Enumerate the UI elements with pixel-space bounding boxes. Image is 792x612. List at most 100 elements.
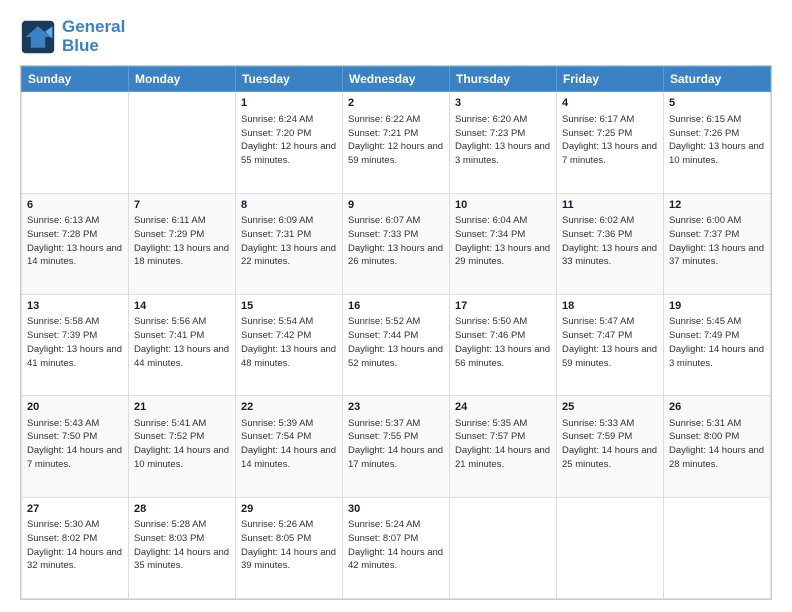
day-info: Sunrise: 6:07 AMSunset: 7:33 PMDaylight:… — [348, 214, 444, 269]
day-info: Sunrise: 6:17 AMSunset: 7:25 PMDaylight:… — [562, 113, 658, 168]
day-info: Sunrise: 6:04 AMSunset: 7:34 PMDaylight:… — [455, 214, 551, 269]
day-info: Sunrise: 6:20 AMSunset: 7:23 PMDaylight:… — [455, 113, 551, 168]
day-number: 14 — [134, 299, 230, 314]
day-cell: 24 Sunrise: 5:35 AMSunset: 7:57 PMDayligh… — [450, 396, 557, 497]
day-cell: 27Sunrise: 5:30 AMSunset: 8:02 PMDayligh… — [22, 497, 129, 598]
day-info: Sunrise: 5:45 AMSunset: 7:49 PMDaylight:… — [669, 315, 765, 370]
logo-text: General Blue — [62, 18, 125, 55]
day-info: Sunrise: 5:43 AMSunset: 7:50 PMDaylight:… — [27, 417, 123, 472]
day-number: 23 — [348, 400, 444, 415]
calendar-header: SundayMondayTuesdayWednesdayThursdayFrid… — [22, 67, 771, 92]
day-cell: 15Sunrise: 5:54 AMSunset: 7:42 PMDayligh… — [236, 295, 343, 396]
day-cell: 29Sunrise: 5:26 AMSunset: 8:05 PMDayligh… — [236, 497, 343, 598]
day-cell: 30Sunrise: 5:24 AMSunset: 8:07 PMDayligh… — [343, 497, 450, 598]
weekday-header-tuesday: Tuesday — [236, 67, 343, 92]
day-cell: 13Sunrise: 5:58 AMSunset: 7:39 PMDayligh… — [22, 295, 129, 396]
day-number: 30 — [348, 502, 444, 517]
day-info: Sunrise: 6:13 AMSunset: 7:28 PMDaylight:… — [27, 214, 123, 269]
day-number: 16 — [348, 299, 444, 314]
day-number: 1 — [241, 96, 337, 111]
day-info: Sunrise: 5:26 AMSunset: 8:05 PMDaylight:… — [241, 518, 337, 573]
day-info: Sunrise: 6:09 AMSunset: 7:31 PMDaylight:… — [241, 214, 337, 269]
weekday-row: SundayMondayTuesdayWednesdayThursdayFrid… — [22, 67, 771, 92]
day-cell: 7Sunrise: 6:11 AMSunset: 7:29 PMDaylight… — [129, 193, 236, 294]
day-cell: 2 Sunrise: 6:22 AMSunset: 7:21 PMDaylight… — [343, 92, 450, 193]
day-number: 20 — [27, 400, 123, 415]
day-info: Sunrise: 5:56 AMSunset: 7:41 PMDaylight:… — [134, 315, 230, 370]
day-number: 12 — [669, 198, 765, 213]
day-cell: 3 Sunrise: 6:20 AMSunset: 7:23 PMDaylight… — [450, 92, 557, 193]
day-cell: 10Sunrise: 6:04 AMSunset: 7:34 PMDayligh… — [450, 193, 557, 294]
weekday-header-monday: Monday — [129, 67, 236, 92]
week-row-1: 1Sunrise: 6:24 AMSunset: 7:20 PMDaylight… — [22, 92, 771, 193]
day-number: 3 — [455, 96, 551, 111]
day-number: 9 — [348, 198, 444, 213]
day-info: Sunrise: 5:47 AMSunset: 7:47 PMDaylight:… — [562, 315, 658, 370]
day-info: Sunrise: 5:33 AMSunset: 7:59 PMDaylight:… — [562, 417, 658, 472]
weekday-header-sunday: Sunday — [22, 67, 129, 92]
day-cell — [664, 497, 771, 598]
page: General Blue SundayMondayTuesdayWednesda… — [0, 0, 792, 612]
logo-icon — [20, 19, 56, 55]
day-number: 10 — [455, 198, 551, 213]
week-row-4: 20 Sunrise: 5:43 AMSunset: 7:50 PMDayligh… — [22, 396, 771, 497]
day-info: Sunrise: 6:00 AMSunset: 7:37 PMDaylight:… — [669, 214, 765, 269]
day-number: 28 — [134, 502, 230, 517]
day-cell: 18Sunrise: 5:47 AMSunset: 7:47 PMDayligh… — [557, 295, 664, 396]
day-cell: 25 Sunrise: 5:33 AMSunset: 7:59 PMDayligh… — [557, 396, 664, 497]
calendar: SundayMondayTuesdayWednesdayThursdayFrid… — [20, 65, 772, 600]
day-cell: 22 Sunrise: 5:39 AMSunset: 7:54 PMDayligh… — [236, 396, 343, 497]
day-cell: 17Sunrise: 5:50 AMSunset: 7:46 PMDayligh… — [450, 295, 557, 396]
day-number: 4 — [562, 96, 658, 111]
day-info: Sunrise: 5:58 AMSunset: 7:39 PMDaylight:… — [27, 315, 123, 370]
header: General Blue — [20, 18, 772, 55]
week-row-2: 6Sunrise: 6:13 AMSunset: 7:28 PMDaylight… — [22, 193, 771, 294]
day-number: 13 — [27, 299, 123, 314]
calendar-body: 1Sunrise: 6:24 AMSunset: 7:20 PMDaylight… — [22, 92, 771, 599]
day-cell: 8Sunrise: 6:09 AMSunset: 7:31 PMDaylight… — [236, 193, 343, 294]
day-info: Sunrise: 5:41 AMSunset: 7:52 PMDaylight:… — [134, 417, 230, 472]
day-number: 6 — [27, 198, 123, 213]
weekday-header-wednesday: Wednesday — [343, 67, 450, 92]
day-number: 26 — [669, 400, 765, 415]
day-info: Sunrise: 5:28 AMSunset: 8:03 PMDaylight:… — [134, 518, 230, 573]
day-cell: 26 Sunrise: 5:31 AMSunset: 8:00 PMDayligh… — [664, 396, 771, 497]
day-info: Sunrise: 5:35 AMSunset: 7:57 PMDaylight:… — [455, 417, 551, 472]
day-number: 15 — [241, 299, 337, 314]
day-number: 17 — [455, 299, 551, 314]
day-info: Sunrise: 5:30 AMSunset: 8:02 PMDaylight:… — [27, 518, 123, 573]
day-cell: 11Sunrise: 6:02 AMSunset: 7:36 PMDayligh… — [557, 193, 664, 294]
day-number: 21 — [134, 400, 230, 415]
day-info: Sunrise: 5:31 AMSunset: 8:00 PMDaylight:… — [669, 417, 765, 472]
day-info: Sunrise: 5:37 AMSunset: 7:55 PMDaylight:… — [348, 417, 444, 472]
day-number: 7 — [134, 198, 230, 213]
day-number: 5 — [669, 96, 765, 111]
day-cell: 5 Sunrise: 6:15 AMSunset: 7:26 PMDaylight… — [664, 92, 771, 193]
day-info: Sunrise: 5:39 AMSunset: 7:54 PMDaylight:… — [241, 417, 337, 472]
day-cell: 28Sunrise: 5:28 AMSunset: 8:03 PMDayligh… — [129, 497, 236, 598]
day-info: Sunrise: 5:54 AMSunset: 7:42 PMDaylight:… — [241, 315, 337, 370]
day-number: 27 — [27, 502, 123, 517]
day-number: 18 — [562, 299, 658, 314]
day-cell: 6Sunrise: 6:13 AMSunset: 7:28 PMDaylight… — [22, 193, 129, 294]
day-cell: 14Sunrise: 5:56 AMSunset: 7:41 PMDayligh… — [129, 295, 236, 396]
day-info: Sunrise: 6:15 AMSunset: 7:26 PMDaylight:… — [669, 113, 765, 168]
day-cell: 4 Sunrise: 6:17 AMSunset: 7:25 PMDaylight… — [557, 92, 664, 193]
day-number: 25 — [562, 400, 658, 415]
day-number: 11 — [562, 198, 658, 213]
day-cell: 23 Sunrise: 5:37 AMSunset: 7:55 PMDayligh… — [343, 396, 450, 497]
logo: General Blue — [20, 18, 125, 55]
day-number: 29 — [241, 502, 337, 517]
day-cell: 12Sunrise: 6:00 AMSunset: 7:37 PMDayligh… — [664, 193, 771, 294]
day-info: Sunrise: 5:50 AMSunset: 7:46 PMDaylight:… — [455, 315, 551, 370]
week-row-3: 13Sunrise: 5:58 AMSunset: 7:39 PMDayligh… — [22, 295, 771, 396]
calendar-table: SundayMondayTuesdayWednesdayThursdayFrid… — [21, 66, 771, 599]
day-number: 24 — [455, 400, 551, 415]
day-number: 22 — [241, 400, 337, 415]
day-info: Sunrise: 6:22 AMSunset: 7:21 PMDaylight:… — [348, 113, 444, 168]
day-number: 8 — [241, 198, 337, 213]
weekday-header-saturday: Saturday — [664, 67, 771, 92]
week-row-5: 27Sunrise: 5:30 AMSunset: 8:02 PMDayligh… — [22, 497, 771, 598]
weekday-header-friday: Friday — [557, 67, 664, 92]
day-number: 2 — [348, 96, 444, 111]
